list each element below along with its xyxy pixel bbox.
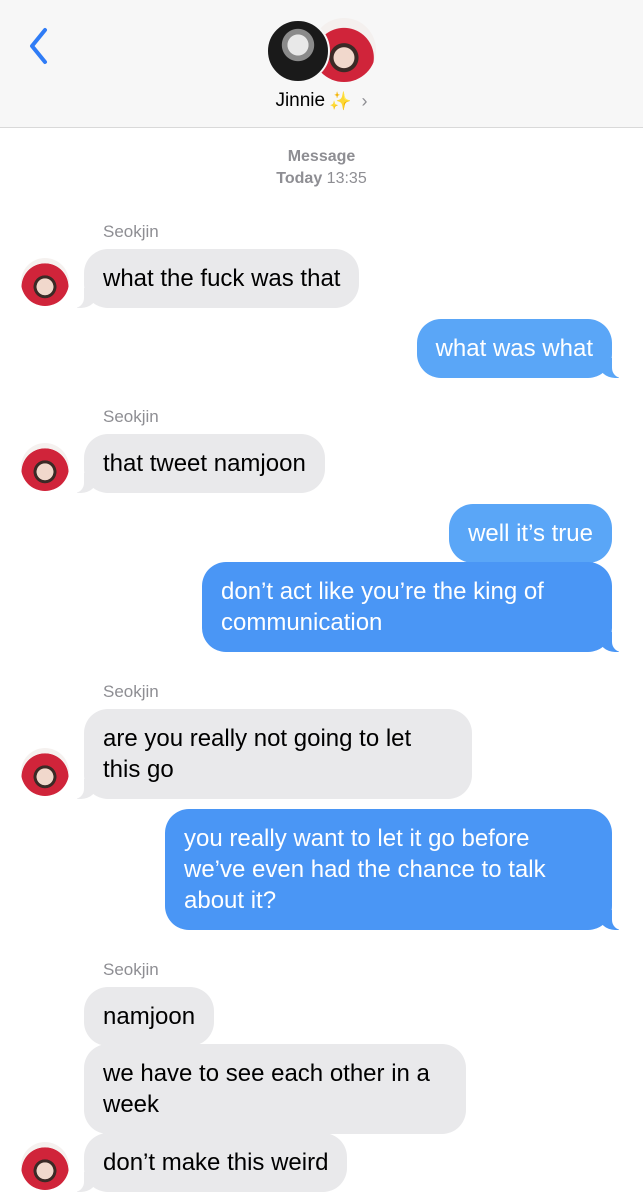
- contact-name-button[interactable]: Jinnie ✨ ›: [0, 88, 643, 114]
- sender-name: Seokjin: [103, 407, 159, 426]
- message-bubble-outgoing[interactable]: you really want to let it go before we’v…: [165, 809, 622, 930]
- contact-name: Jinnie: [275, 90, 326, 111]
- timestamp-day: Today: [276, 170, 323, 187]
- sender-name: Seokjin: [103, 222, 159, 241]
- message-bubble-incoming[interactable]: namjoon: [84, 987, 215, 1046]
- avatar: [21, 748, 69, 796]
- message-bubble-incoming[interactable]: don’t make this weird: [73, 1133, 348, 1192]
- message-bubble-outgoing[interactable]: well it’s true: [449, 504, 612, 563]
- avatar: [21, 258, 69, 306]
- message-bubble-incoming[interactable]: what the fuck was that: [73, 249, 360, 308]
- avatar: [21, 443, 69, 491]
- message-bubble-incoming[interactable]: are you really not going to let this go: [74, 709, 472, 799]
- conversation-header: Jinnie ✨ ›: [0, 0, 643, 128]
- thread-timestamp: Today 13:35: [0, 170, 643, 188]
- message-bubble-incoming[interactable]: that tweet namjoon: [74, 434, 325, 493]
- message-bubble-outgoing[interactable]: what was what: [416, 319, 623, 378]
- sparkles-icon: ✨: [329, 90, 352, 111]
- back-button[interactable]: [20, 26, 60, 66]
- chevron-left-icon: [30, 28, 47, 64]
- sender-name: Seokjin: [103, 960, 159, 979]
- timestamp-time: 13:35: [326, 170, 367, 187]
- message-bubble-incoming[interactable]: we have to see each other in a week: [84, 1044, 466, 1134]
- chevron-right-icon: ›: [361, 90, 368, 111]
- message-bubble-outgoing[interactable]: don’t act like you’re the king of commun…: [202, 562, 622, 652]
- service-label: Message: [287, 148, 356, 165]
- sender-name: Seokjin: [103, 682, 159, 701]
- avatar: [266, 19, 330, 83]
- thread-service-label: Message: [0, 148, 643, 166]
- group-avatars[interactable]: [266, 18, 378, 84]
- avatar: [21, 1142, 69, 1190]
